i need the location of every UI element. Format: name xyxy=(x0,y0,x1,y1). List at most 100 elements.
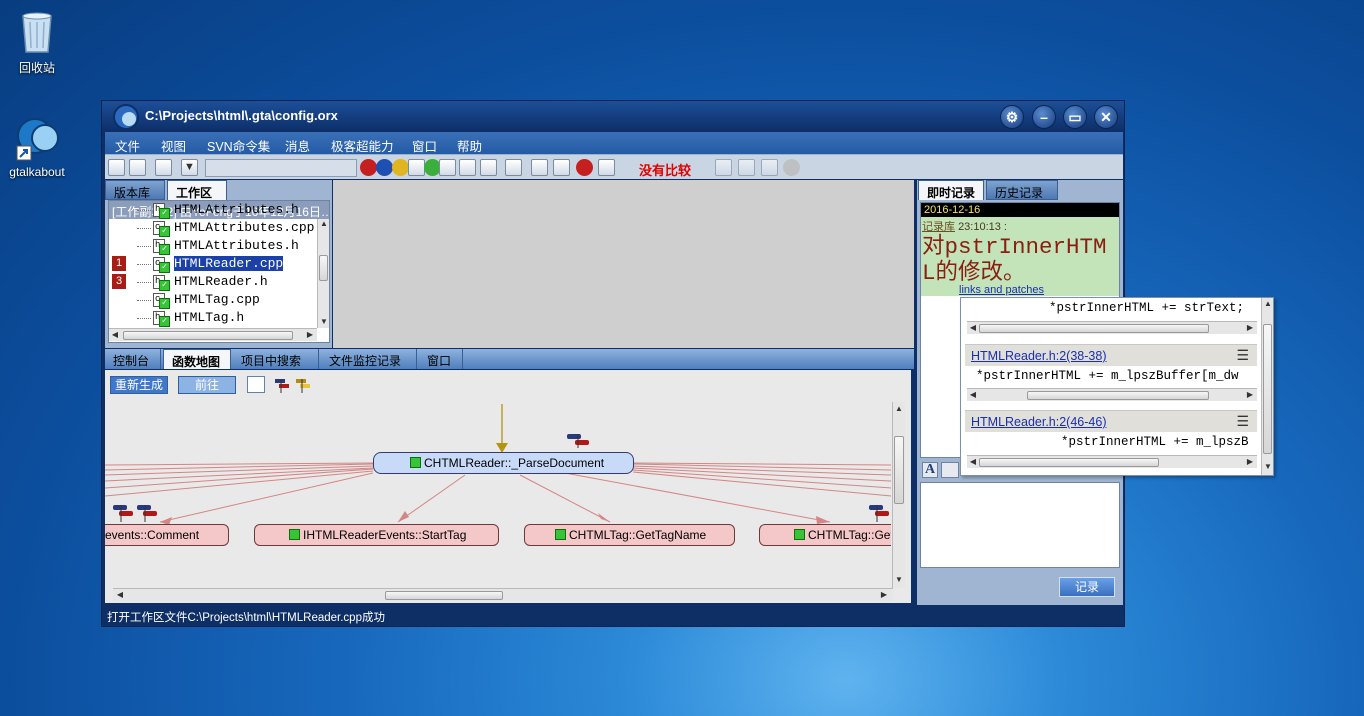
tree-row[interactable]: h ✓ HTMLAttributes.h xyxy=(109,237,319,255)
edit-icon[interactable] xyxy=(531,159,548,176)
svn-doc-icon[interactable] xyxy=(408,159,425,176)
dropdown-arrow-icon[interactable] xyxy=(439,159,456,176)
graph-node-center[interactable]: CHTMLReader::_ParseDocument xyxy=(373,452,634,474)
tree-row[interactable]: h ✓ HTMLTag.h xyxy=(109,309,319,327)
gear-icon: ⚙ xyxy=(1005,109,1019,125)
inspect-icon[interactable] xyxy=(598,159,615,176)
editor-area xyxy=(333,180,914,348)
scroll-left-icon: ◀ xyxy=(969,457,977,466)
diff-split-icon[interactable] xyxy=(761,159,778,176)
menu-messages[interactable]: 消息 xyxy=(285,136,310,155)
bottom-tab-bar: 控制台 函数地图 项目中搜索 文件监控记录 窗口 xyxy=(105,349,914,369)
diff-left-icon[interactable] xyxy=(715,159,732,176)
toolbar-field[interactable] xyxy=(205,159,357,177)
browse-button[interactable] xyxy=(129,159,146,176)
tree-row[interactable]: 1 c ✓ HTMLReader.cpp xyxy=(109,255,319,273)
links-and-patches-link[interactable]: links and patches xyxy=(959,284,1044,296)
menu-view[interactable]: 视图 xyxy=(161,136,186,155)
popup-vertical-scrollbar[interactable]: ▲ ▼ xyxy=(1261,298,1273,475)
image-icon[interactable] xyxy=(941,462,959,478)
save-button[interactable] xyxy=(155,159,172,176)
tab-history-record[interactable]: 历史记录 xyxy=(986,180,1058,200)
window-title: C:\Projects\html\.gta\config.orx xyxy=(145,108,338,123)
scroll-left-icon: ◀ xyxy=(116,590,124,599)
graph-node-child[interactable]: events::Comment xyxy=(105,524,229,546)
funnel-icon: ▼ xyxy=(184,161,195,173)
code-line: *pstrInnerHTML += strText; xyxy=(1049,301,1245,315)
minimize-button[interactable]: – xyxy=(1032,105,1056,129)
menu-help[interactable]: 帮助 xyxy=(457,136,482,155)
maximize-button[interactable]: ▭ xyxy=(1063,105,1087,129)
tree-horizontal-scrollbar[interactable]: ◀ ▶ xyxy=(109,328,317,341)
diff-right-icon[interactable] xyxy=(738,159,755,176)
menu-file[interactable]: 文件 xyxy=(115,136,140,155)
code-reference-popup: *pstrInnerHTML += strText; ◀ ▶ HTMLReade… xyxy=(960,297,1274,476)
graph-horizontal-scrollbar[interactable]: ◀ ▶ xyxy=(113,588,893,601)
tree-row[interactable]: h ✓ HTMLAttributes.h xyxy=(109,201,319,219)
popup-scrollbar[interactable]: ◀ ▶ xyxy=(967,388,1257,401)
graph-node-child[interactable]: IHTMLReaderEvents::StartTag xyxy=(254,524,499,546)
check-icon: ✓ xyxy=(159,298,170,309)
tab-repository[interactable]: 版本库 xyxy=(105,180,165,200)
tree-row[interactable]: 3 h ✓ HTMLReader.h xyxy=(109,273,319,291)
record-input[interactable] xyxy=(920,482,1120,568)
function-map-canvas[interactable]: 重新生成 前往 CHTMLReader::_ParseDocument even… xyxy=(105,370,911,603)
graph-node-child[interactable]: CHTMLTag::Get xyxy=(759,524,891,546)
tree-vertical-scrollbar[interactable]: ▲ ▼ xyxy=(317,219,329,328)
search-red-icon[interactable] xyxy=(459,159,476,176)
svn-a-icon[interactable] xyxy=(376,159,393,176)
settings-button[interactable]: ⚙ xyxy=(1000,105,1024,129)
record-time: 23:10:13 : xyxy=(958,221,1007,233)
menu-geek[interactable]: 极客超能力 xyxy=(331,136,394,155)
gtalk-shortcut-icon xyxy=(15,114,59,162)
font-icon[interactable]: A xyxy=(922,462,938,478)
reference-link[interactable]: HTMLReader.h:2(38-38) xyxy=(971,349,1106,363)
tab-project-search[interactable]: 项目中搜索 xyxy=(233,349,319,369)
menu-svn[interactable]: SVN命令集 xyxy=(207,136,270,155)
print-icon[interactable] xyxy=(505,159,522,176)
close-button[interactable]: ✕ xyxy=(1094,105,1118,129)
open-folder-button[interactable] xyxy=(108,159,125,176)
popup-scrollbar[interactable]: ◀ ▶ xyxy=(967,321,1257,334)
file-tree: [工作副本:2] 由YeFeng于16年12月16日… h ✓ HTMLAttrib… xyxy=(108,200,330,343)
tab-workspace[interactable]: 工作区 xyxy=(167,180,227,200)
file-name: HTMLReader.cpp xyxy=(174,256,284,271)
submit-record-button[interactable]: 记录 xyxy=(1059,577,1115,597)
graph-layout-icon[interactable] xyxy=(247,376,265,393)
regenerate-button[interactable]: 重新生成 xyxy=(110,376,168,394)
goto-button[interactable]: 前往 xyxy=(178,376,236,394)
desktop-icon-recycle-bin[interactable]: 回收站 xyxy=(0,8,77,76)
tree-row[interactable]: c ✓ HTMLTag.cpp xyxy=(109,291,319,309)
hamburger-menu-icon[interactable]: ☰ xyxy=(1236,348,1249,362)
desktop-icon-label: 回收站 xyxy=(18,61,55,75)
graph-node-child[interactable]: CHTMLTag::GetTagName xyxy=(524,524,735,546)
popup-scrollbar[interactable]: ◀ ▶ xyxy=(967,455,1257,468)
tab-instant-record[interactable]: 即时记录 xyxy=(918,180,984,200)
tab-function-map[interactable]: 函数地图 xyxy=(163,349,231,369)
refresh-icon[interactable] xyxy=(783,159,800,176)
tab-label: 版本库 xyxy=(114,186,151,200)
filter-button[interactable]: ▼ xyxy=(181,159,198,176)
tab-console[interactable]: 控制台 xyxy=(105,349,161,369)
maximize-icon: ▭ xyxy=(1068,109,1082,125)
commit-icon[interactable] xyxy=(576,159,593,176)
graph-vertical-scrollbar[interactable]: ▲ ▼ xyxy=(892,402,905,588)
flag-icon[interactable] xyxy=(273,376,291,393)
desktop-icon-gtalkabout[interactable]: gtalkabout xyxy=(0,114,77,179)
tree-row[interactable]: c ✓ HTMLAttributes.cpp xyxy=(109,219,319,237)
node-label: events::Comment xyxy=(105,528,200,542)
replace-icon[interactable] xyxy=(553,159,570,176)
flag-yellow-icon[interactable] xyxy=(294,376,312,393)
menu-window[interactable]: 窗口 xyxy=(412,136,437,155)
svn-w-icon[interactable] xyxy=(360,159,377,176)
tab-file-monitor[interactable]: 文件监控记录 xyxy=(321,349,417,369)
title-bar[interactable]: C:\Projects\html\.gta\config.orx ⚙ – ▭ ✕ xyxy=(102,101,1124,132)
tab-window[interactable]: 窗口 xyxy=(419,349,463,369)
tab-label: 即时记录 xyxy=(927,186,976,200)
svn-status-icon[interactable] xyxy=(392,159,409,176)
hamburger-menu-icon[interactable]: ☰ xyxy=(1236,414,1249,428)
reference-link[interactable]: HTMLReader.h:2(46-46) xyxy=(971,415,1106,429)
record-repo-link[interactable]: 记录库 xyxy=(922,221,955,233)
search-user-icon[interactable] xyxy=(480,159,497,176)
tab-label: 历史记录 xyxy=(995,186,1044,200)
